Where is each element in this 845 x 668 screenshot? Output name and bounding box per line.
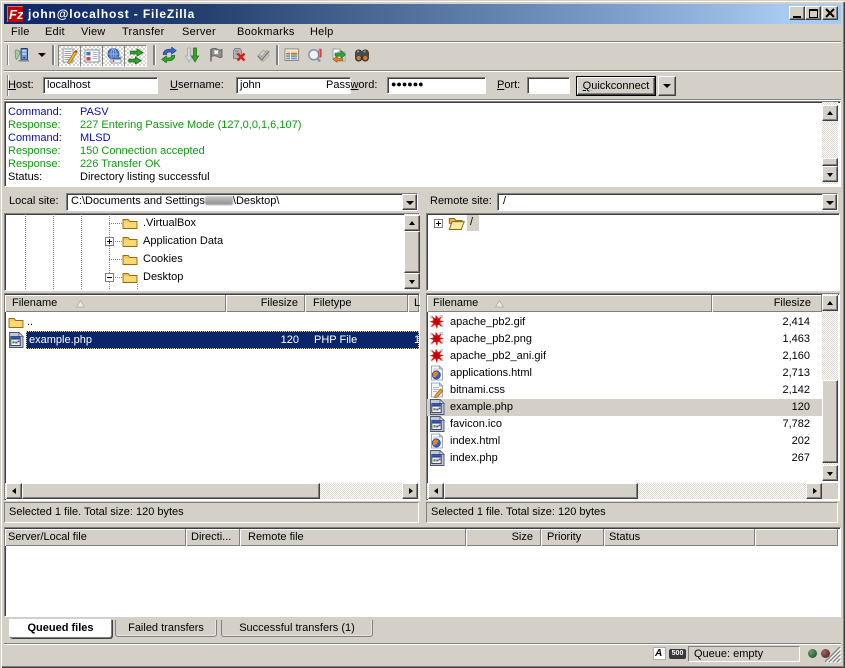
svg-text:Fz: Fz (9, 7, 23, 22)
